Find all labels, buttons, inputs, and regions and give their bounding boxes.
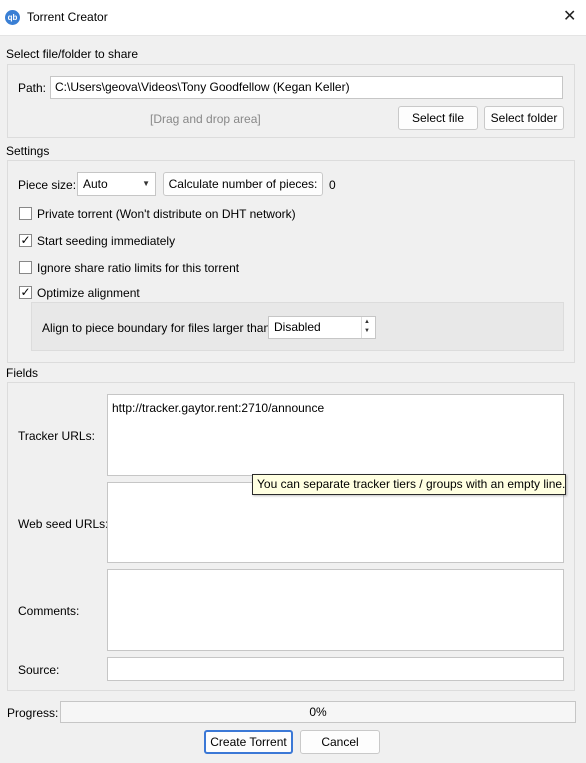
spin-buttons[interactable]: ▲ ▼ — [361, 317, 375, 338]
create-torrent-button[interactable]: Create Torrent — [204, 730, 293, 754]
calculate-pieces-button[interactable]: Calculate number of pieces: — [163, 172, 323, 196]
path-label: Path: — [18, 81, 47, 95]
private-torrent-checkbox[interactable] — [19, 207, 32, 220]
comments-label: Comments: — [18, 604, 80, 618]
window-title: Torrent Creator — [27, 10, 108, 24]
align-boundary-label: Align to piece boundary for files larger… — [42, 321, 274, 335]
optimize-alignment-checkbox[interactable]: ✓ — [19, 286, 32, 299]
pieces-count: 0 — [329, 178, 336, 192]
piece-size-value: Auto — [83, 177, 108, 191]
arrow-up-icon[interactable]: ▲ — [364, 319, 370, 326]
tracker-tooltip: You can separate tracker tiers / groups … — [252, 474, 566, 495]
start-seeding-label: Start seeding immediately — [37, 234, 176, 248]
start-seeding-checkbox[interactable]: ✓ — [19, 234, 32, 247]
select-file-button[interactable]: Select file — [398, 106, 478, 130]
path-input[interactable]: C:\Users\geova\Videos\Tony Goodfellow (K… — [50, 76, 563, 99]
optimize-alignment-label: Optimize alignment — [37, 286, 140, 300]
tracker-urls-input[interactable]: http://tracker.gaytor.rent:2710/announce — [107, 394, 564, 476]
piece-size-select[interactable]: Auto ▼ — [77, 172, 156, 196]
close-icon[interactable]: ✕ — [563, 7, 576, 27]
checkmark-icon: ✓ — [20, 233, 31, 247]
checkmark-icon: ✓ — [20, 285, 31, 299]
share-section-label: Select file/folder to share — [6, 47, 139, 61]
align-boundary-spinbox[interactable]: Disabled ▲ ▼ — [268, 316, 376, 339]
private-torrent-label: Private torrent (Won't distribute on DHT… — [37, 207, 296, 221]
comments-input[interactable] — [107, 569, 564, 651]
tracker-urls-label: Tracker URLs: — [18, 429, 95, 443]
web-seed-urls-label: Web seed URLs: — [18, 517, 109, 531]
select-folder-button[interactable]: Select folder — [484, 106, 564, 130]
drag-drop-area[interactable]: [Drag and drop area] — [150, 112, 261, 126]
ignore-share-ratio-checkbox[interactable] — [19, 261, 32, 274]
chevron-down-icon: ▼ — [142, 179, 150, 188]
settings-section-label: Settings — [6, 144, 50, 158]
arrow-down-icon[interactable]: ▼ — [364, 328, 370, 335]
progress-text: 0% — [309, 705, 327, 719]
qbittorrent-logo-icon: qb — [5, 10, 20, 25]
ignore-share-ratio-label: Ignore share ratio limits for this torre… — [37, 261, 240, 275]
piece-size-label: Piece size: — [18, 178, 77, 192]
cancel-button[interactable]: Cancel — [300, 730, 380, 754]
title-bar: qb Torrent Creator ✕ — [0, 0, 586, 36]
progress-label: Progress: — [7, 706, 59, 720]
progress-bar: 0% — [60, 701, 576, 723]
align-boundary-value: Disabled — [274, 320, 321, 334]
fields-section-label: Fields — [6, 366, 39, 380]
source-input[interactable] — [107, 657, 564, 681]
source-label: Source: — [18, 663, 60, 677]
